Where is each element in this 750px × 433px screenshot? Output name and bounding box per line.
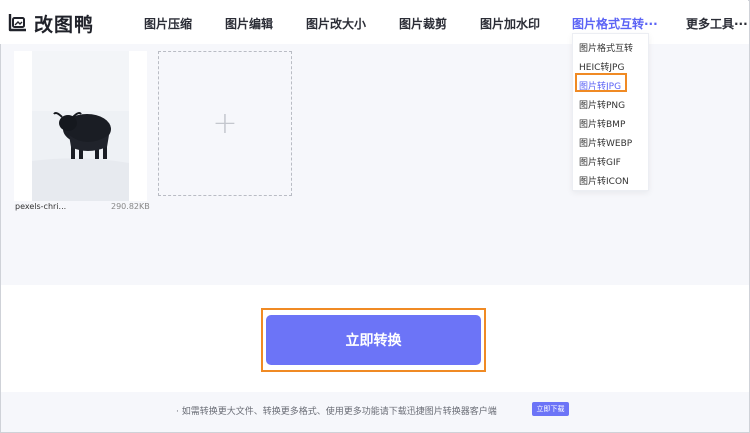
file-name: pexels-chri... — [15, 202, 67, 211]
dropdown-item-to-icon[interactable]: 图片转ICON — [579, 174, 629, 187]
dropdown-item-to-bmp[interactable]: 图片转BMP — [579, 117, 625, 130]
uploaded-file-card[interactable] — [14, 51, 147, 201]
footer-tip: · 如需转换更大文件、转换更多格式、使用更多功能请下载迅捷图片转换器客户端 — [176, 407, 497, 417]
dropdown-item-heic-to-jpg[interactable]: HEIC转JPG — [579, 60, 624, 73]
nav-image-resize[interactable]: 图片改大小 — [306, 15, 366, 32]
dropdown-item-to-jpg[interactable]: 图片转JPG — [579, 79, 621, 92]
file-size: 290.82KB — [111, 202, 150, 211]
nav-format-convert[interactable]: 图片格式互转··· — [572, 15, 658, 32]
dropdown-item-to-webp[interactable]: 图片转WEBP — [579, 136, 632, 149]
uploaded-image-thumbnail — [32, 51, 129, 201]
nav-image-edit[interactable]: 图片编辑 — [225, 15, 273, 32]
nav-image-compress[interactable]: 图片压缩 — [144, 15, 192, 32]
nav-more-tools[interactable]: 更多工具··· — [686, 15, 748, 32]
format-convert-dropdown: 图片格式互转 HEIC转JPG 图片转JPG 图片转PNG 图片转BMP 图片转… — [572, 33, 649, 191]
logo[interactable]: 改图鸭 — [6, 10, 94, 36]
add-image-button[interactable]: + — [158, 51, 292, 196]
nav-image-crop[interactable]: 图片裁剪 — [399, 15, 447, 32]
dropdown-item-to-png[interactable]: 图片转PNG — [579, 98, 625, 111]
logo-icon — [6, 12, 28, 34]
plus-icon: + — [212, 105, 238, 141]
logo-text: 改图鸭 — [34, 13, 95, 36]
nav-image-watermark[interactable]: 图片加水印 — [480, 15, 540, 32]
dropdown-item-format-convert[interactable]: 图片格式互转 — [579, 41, 633, 54]
download-client-button[interactable]: 立即下载 — [532, 402, 569, 416]
dropdown-item-to-gif[interactable]: 图片转GIF — [579, 155, 621, 168]
convert-button[interactable]: 立即转换 — [266, 315, 481, 365]
